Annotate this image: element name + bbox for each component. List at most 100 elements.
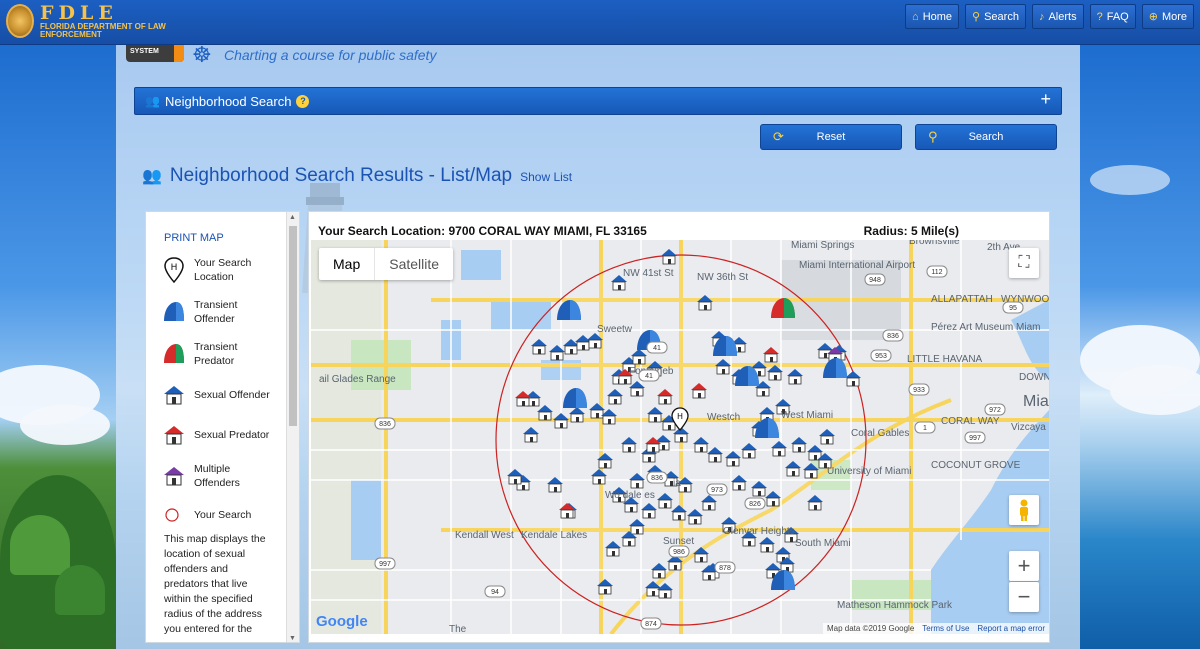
pegman-icon [1020, 499, 1028, 521]
question-icon: ? [1096, 10, 1103, 23]
people-icon: 👥 [145, 94, 160, 108]
legend-label-transient-predator: Transient Predator [194, 341, 238, 367]
nav-more-button[interactable]: ⊕ More [1141, 4, 1194, 29]
nav-alerts-button[interactable]: ♪ Alerts [1031, 4, 1084, 29]
svg-text:112: 112 [931, 269, 942, 276]
map-svg[interactable]: H Miami Springs Miami International Airpo… [311, 240, 1049, 634]
expand-plus-icon[interactable]: + [1040, 89, 1051, 110]
map-place-label: ia [673, 478, 681, 489]
road-shield: 94 [484, 585, 506, 598]
search-radius-circle-icon [165, 508, 179, 522]
legend-item-sexual-predator: Sexual Predator [162, 422, 274, 448]
google-logo: Google [316, 613, 368, 630]
zoom-in-button[interactable]: + [1009, 551, 1039, 581]
svg-text:973: 973 [711, 487, 723, 494]
map-place-label: Mia [1023, 393, 1049, 410]
plus-circle-icon: ⊕ [1148, 11, 1158, 23]
legend-label-sexual-predator: Sexual Predator [194, 429, 270, 441]
svg-text:874: 874 [645, 621, 657, 628]
print-map-link[interactable]: PRINT MAP [164, 232, 224, 244]
refresh-icon: ⟳ [773, 129, 784, 144]
reset-button[interactable]: ⟳ Reset [760, 124, 902, 150]
road-shield: 878 [714, 561, 736, 574]
road-shield: 986 [668, 545, 690, 558]
nav-faq-button[interactable]: ? FAQ [1089, 4, 1136, 29]
logo-subtitle: FLORIDA DEPARTMENT OF LAW ENFORCEMENT [40, 22, 166, 39]
road-shield: 874 [640, 617, 662, 630]
map-place-label: Vizcaya & Garde [1011, 422, 1049, 433]
svg-text:1: 1 [923, 425, 927, 432]
road-shield: 933 [908, 383, 930, 396]
legend-scrollbar-thumb[interactable] [289, 226, 297, 426]
svg-text:836: 836 [379, 421, 391, 428]
svg-text:H: H [171, 263, 178, 273]
map-place-label: Kendall West [455, 530, 514, 541]
svg-text:836: 836 [887, 333, 899, 340]
fullscreen-button[interactable]: ⛶ [1009, 248, 1039, 278]
plus-icon: + [1017, 553, 1031, 578]
results-title: Neighborhood Search Results - List/Map [169, 165, 513, 186]
road-shield: 972 [984, 403, 1006, 416]
legend-label-your-search: Your Search [194, 509, 252, 521]
map-place-label: West Miami [781, 410, 833, 421]
road-shield: 836 [374, 417, 396, 430]
road-shield: 997 [964, 431, 986, 444]
show-list-link[interactable]: Show List [520, 170, 572, 184]
svg-text:95: 95 [1009, 305, 1017, 312]
minus-icon: − [1017, 584, 1031, 609]
nav-search-button[interactable]: ⚲ Search [965, 4, 1026, 29]
road-shield: 836 [882, 329, 904, 342]
map-type-map-button[interactable]: Map [319, 248, 374, 280]
map-canvas[interactable]: H Miami Springs Miami International Airpo… [311, 240, 1049, 634]
map-place-label: University of Miami [827, 466, 911, 477]
search-button[interactable]: ⚲ Search [915, 124, 1057, 150]
results-heading: 👥 Neighborhood Search Results - List/Map… [142, 165, 572, 187]
map-place-label: The [449, 624, 467, 634]
road-shield: 41 [646, 341, 668, 354]
help-icon[interactable]: ? [296, 94, 310, 108]
legend-item-sexual-offender: Sexual Offender [162, 382, 274, 408]
svg-text:948: 948 [869, 277, 881, 284]
svg-text:41: 41 [645, 373, 653, 380]
fullscreen-icon: ⛶ [1018, 254, 1030, 271]
sexual-predator-house-icon [164, 426, 184, 445]
map-type-satellite-button[interactable]: Satellite [374, 248, 453, 280]
road-shield: 948 [864, 273, 886, 286]
zoom-out-button[interactable]: − [1009, 582, 1039, 612]
svg-text:953: 953 [875, 353, 887, 360]
nav-home-button[interactable]: ⌂ Home [905, 4, 960, 29]
map-place-label: NW 41st St [623, 268, 674, 279]
report-map-error-link[interactable]: Report a map error [977, 624, 1045, 633]
street-view-pegman-button[interactable] [1009, 495, 1039, 525]
legend-label-sexual-offender: Sexual Offender [194, 389, 270, 401]
neighborhood-search-accordion[interactable]: 👥 Neighborhood Search ? + [134, 87, 1062, 115]
map-place-label: Sweetw [597, 324, 633, 335]
nav-alerts-label: Alerts [1048, 10, 1077, 23]
main-nav: ⌂ Home ⚲ Search ♪ Alerts ? FAQ ⊕ More [905, 4, 1194, 29]
svg-text:986: 986 [673, 549, 685, 556]
map-data-credit: Map data ©2019 Google [826, 624, 915, 633]
nav-home-label: Home [922, 10, 953, 23]
sexual-offender-house-icon [164, 386, 184, 405]
map-card: Your Search Location: 9700 CORAL WAY MIA… [308, 211, 1050, 643]
svg-text:826: 826 [749, 501, 761, 508]
map-place-label: DOWN MIA [1019, 372, 1049, 383]
road-shield: 836 [646, 471, 668, 484]
transient-predator-tent-icon [164, 344, 184, 363]
terms-of-use-link[interactable]: Terms of Use [922, 624, 969, 633]
google-logo-text: Google [316, 613, 368, 630]
map-place-label: Miami Springs [791, 240, 854, 251]
map-place-label: Pérez Art Museum Miam [931, 322, 1040, 333]
map-place-label: Miami International Airport [799, 260, 915, 271]
map-place-label: LITTLE HAVANA [907, 354, 983, 365]
background-scenery-left [0, 45, 116, 649]
main-panel: SYSTEM ☸ Charting a course for public sa… [116, 44, 1080, 649]
legend-item-transient-predator: Transient Predator [162, 340, 274, 368]
map-place-label: Brownsville [909, 240, 960, 247]
map-place-label: South Miami [795, 538, 851, 549]
legend-scrollbar[interactable]: ▲ ▼ [286, 212, 299, 642]
map-place-label: Glenvar Heights [723, 526, 795, 537]
road-shield: 95 [1002, 301, 1024, 314]
tagline: Charting a course for public safety [224, 47, 437, 63]
svg-text:972: 972 [989, 407, 1001, 414]
